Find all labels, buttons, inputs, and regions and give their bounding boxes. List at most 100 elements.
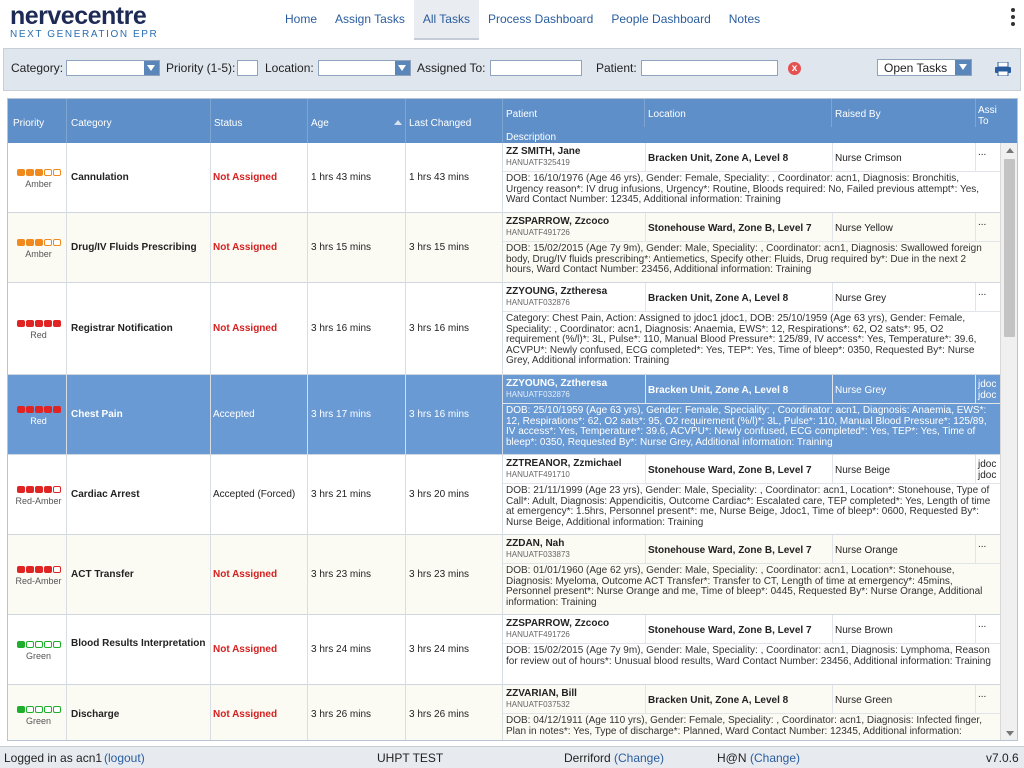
category-select[interactable] [66, 60, 160, 76]
scrollbar-thumb[interactable] [1004, 159, 1015, 337]
patient-id: HANUATF491710 [506, 470, 570, 479]
col-location[interactable]: Location [648, 109, 686, 120]
patient-id: HANUATF491726 [506, 630, 570, 639]
table-row[interactable]: Red-Amber Cardiac Arrest Accepted (Forced)… [8, 455, 1000, 535]
priority-dot [34, 239, 43, 246]
priority-dot [16, 566, 25, 573]
patient-name[interactable]: ZZSPARROW, Zzcoco [506, 216, 609, 227]
col-patient[interactable]: Patient [506, 109, 537, 120]
nav-people-dashboard[interactable]: People Dashboard [602, 0, 719, 40]
assigned-to-value-2: jdoc [978, 390, 997, 401]
more-menu-icon[interactable] [1010, 8, 1016, 26]
location-select[interactable] [318, 60, 411, 76]
nav-assign-tasks[interactable]: Assign Tasks [326, 0, 414, 40]
patient-name[interactable]: ZZYOUNG, Zztheresa [506, 378, 607, 389]
priority-dots [11, 641, 66, 648]
priority-label: Red-Amber [15, 576, 62, 586]
clear-icon[interactable]: x [788, 62, 801, 75]
priority-dot [52, 320, 61, 327]
patient-input[interactable] [641, 60, 778, 76]
table-row[interactable]: Red Registrar Notification Not Assigned 3 h… [8, 283, 1000, 375]
nav-notes[interactable]: Notes [720, 0, 769, 40]
assigned-to-cell[interactable]: ... [978, 147, 986, 158]
category-label: Category: [11, 61, 64, 75]
priority-dot [52, 566, 61, 573]
app-version: v7.0.6 [986, 751, 1019, 765]
task-filter-select[interactable]: Open Tasks [877, 59, 972, 76]
status-cell: Not Assigned [213, 242, 278, 253]
col-last-changed[interactable]: Last Changed [409, 118, 471, 129]
table-scrollbar[interactable] [1000, 143, 1017, 740]
nav-home[interactable]: Home [276, 0, 326, 40]
change-location-link[interactable]: (Change) [614, 751, 664, 765]
patient-id: HANUATF325419 [506, 158, 570, 167]
last-changed-cell: 3 hrs 24 mins [409, 644, 470, 655]
location-cell: Stonehouse Ward, Zone B, Level 7 [648, 545, 812, 556]
patient-name[interactable]: ZZVARIAN, Bill [506, 688, 577, 699]
change-team-link[interactable]: (Change) [750, 751, 800, 765]
col-priority[interactable]: Priority [13, 118, 44, 129]
patient-name[interactable]: ZZTREANOR, Zzmichael [506, 458, 622, 469]
priority-dot [25, 566, 34, 573]
location-cell: Stonehouse Ward, Zone B, Level 7 [648, 223, 812, 234]
priority-dot [34, 169, 43, 176]
priority-dot [34, 486, 43, 493]
description-cell: DOB: 15/02/2015 (Age 7y 9m), Gender: Mal… [506, 243, 982, 276]
description-cell: DOB: 25/10/1959 (Age 63 yrs), Gender: Fe… [506, 405, 987, 448]
col-raised-by[interactable]: Raised By [835, 109, 881, 120]
col-age[interactable]: Age [311, 118, 329, 129]
assigned-to-cell[interactable]: ... [978, 619, 986, 630]
assigned-to-cell[interactable]: ... [978, 539, 986, 550]
assigned-to-cell[interactable]: ... [978, 287, 986, 298]
assigned-to-input[interactable] [490, 60, 582, 76]
print-icon[interactable] [994, 62, 1012, 76]
table-row[interactable]: Green Discharge Not Assigned 3 hrs 26 mins 3… [8, 685, 1000, 740]
priority-indicator: Green [11, 706, 66, 726]
priority-dot [43, 239, 52, 246]
col-status[interactable]: Status [214, 118, 242, 129]
patient-name[interactable]: ZZYOUNG, Zztheresa [506, 286, 607, 297]
patient-name[interactable]: ZZDAN, Nah [506, 538, 564, 549]
nav-all-tasks[interactable]: All Tasks [413, 0, 479, 40]
table-row[interactable]: Red Chest Pain Accepted 3 hrs 17 mins 3 hrs … [8, 375, 1000, 455]
scroll-down-icon[interactable] [1006, 731, 1014, 736]
assigned-to-cell[interactable]: ... [978, 689, 986, 700]
assigned-to-value: ... [978, 689, 987, 700]
table-row[interactable]: Green Blood Results Interpretation Not Ass… [8, 615, 1000, 685]
logo-main-text: nervecentre [10, 2, 147, 30]
priority-indicator: Red [11, 320, 66, 340]
table-row[interactable]: Amber Cannulation Not Assigned 1 hrs 43 min… [8, 143, 1000, 213]
category-cell: Blood Results Interpretation [71, 638, 206, 649]
assigned-to-value: jdoc [978, 379, 997, 390]
age-cell: 3 hrs 23 mins [311, 569, 372, 580]
logout-link[interactable]: (logout) [104, 751, 145, 765]
priority-label: Amber [25, 179, 52, 189]
status-cell: Not Assigned [213, 644, 278, 655]
col-description[interactable]: Description [506, 132, 556, 143]
col-assigned-to-line1: Assi [978, 105, 997, 116]
priority-dot [43, 566, 52, 573]
assigned-to-value: ... [978, 147, 987, 158]
age-cell: 1 hrs 43 mins [311, 172, 372, 183]
col-category[interactable]: Category [71, 118, 112, 129]
table-row[interactable]: Amber Drug/IV Fluids Prescribing Not Assig… [8, 213, 1000, 283]
patient-summary: ZZYOUNG, Zztheresa HANUATF032876 Bracken U… [503, 375, 1000, 404]
patient-name[interactable]: ZZ SMITH, Jane [506, 146, 580, 157]
category-cell: Cardiac Arrest [71, 489, 140, 500]
assigned-to-cell[interactable]: jdoc jdoc [978, 379, 996, 401]
scroll-up-icon[interactable] [1006, 148, 1014, 153]
table-row[interactable]: Red-Amber ACT Transfer Not Assigned 3 hrs 2… [8, 535, 1000, 615]
assigned-to-cell[interactable]: ... [978, 217, 986, 228]
priority-input[interactable] [237, 60, 258, 76]
col-assigned-to[interactable]: Assi To [978, 105, 997, 127]
nav-process-dashboard[interactable]: Process Dashboard [479, 0, 602, 40]
logo-sub-text: NEXT GENERATION EPR [10, 29, 159, 40]
priority-dot [43, 169, 52, 176]
assigned-to-cell[interactable]: jdoc jdoc [978, 459, 996, 481]
patient-name[interactable]: ZZSPARROW, Zzcoco [506, 618, 609, 629]
raised-by-cell: Nurse Crimson [835, 153, 902, 164]
sort-ascending-icon[interactable] [394, 120, 402, 125]
status-footer: Logged in as acn1 (logout) UHPT TEST Der… [0, 746, 1024, 768]
raised-by-cell: Nurse Green [835, 695, 893, 706]
filter-bar: Category: Priority (1-5): Location: Assi… [3, 48, 1021, 91]
